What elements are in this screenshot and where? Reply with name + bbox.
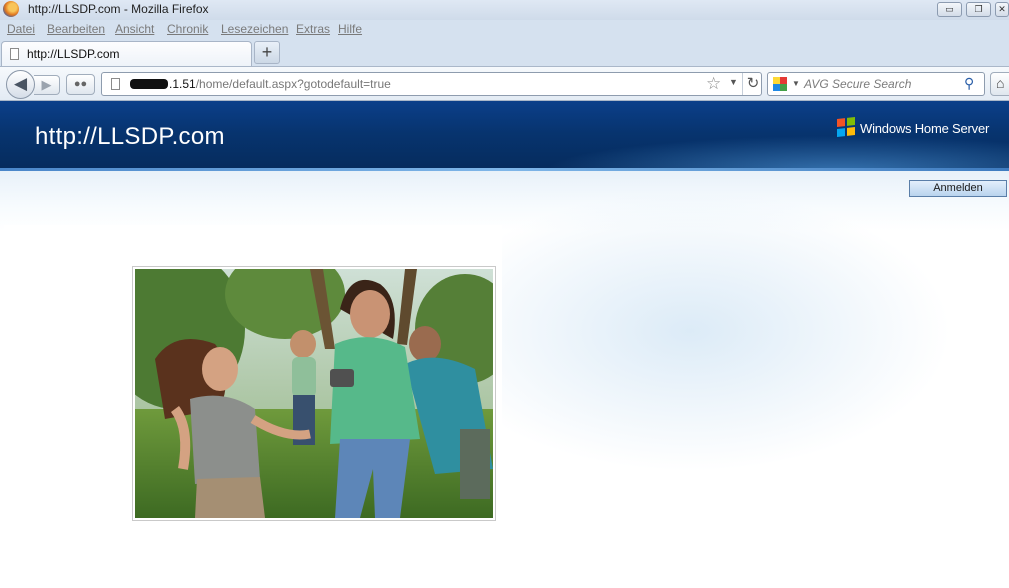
engine-dropdown-icon[interactable]: ▼ [792, 79, 800, 88]
url-bar[interactable]: .1.51/home/default.aspx?gotodefault=true… [101, 72, 762, 96]
navigation-toolbar: ▶ ◀ ●● .1.51/home/default.aspx?gotodefau… [0, 66, 1009, 101]
login-button[interactable]: Anmelden [909, 180, 1007, 197]
url-path: /home/default.aspx?gotodefault=true [195, 77, 391, 91]
windows-flag-icon [837, 117, 855, 137]
menu-bar: Datei Bearbeiten Ansicht Chronik Lesezei… [0, 20, 1009, 39]
menu-bearbeiten[interactable]: Bearbeiten [47, 22, 105, 36]
tab-llsdp[interactable]: http://LLSDP.com [1, 41, 252, 66]
site-header: http://LLSDP.com Windows Home Server [0, 101, 1009, 171]
redacted-host [130, 79, 168, 89]
tab-strip: http://LLSDP.com + [0, 39, 1009, 66]
minimize-button[interactable]: ▭ [937, 2, 962, 17]
menu-hilfe[interactable]: Hilfe [338, 22, 362, 36]
page-icon [10, 48, 19, 60]
window-title-bar: http://LLSDP.com - Mozilla Firefox ▭ ❐ ✕ [0, 0, 1009, 20]
url-dropdown-icon[interactable]: ▼ [729, 77, 738, 87]
menu-datei[interactable]: Datei [7, 22, 35, 36]
home-icon[interactable]: ⌂ [990, 72, 1009, 96]
new-tab-button[interactable]: + [254, 41, 280, 64]
site-title: http://LLSDP.com [35, 123, 225, 150]
search-input[interactable]: AVG Secure Search [804, 77, 911, 91]
restore-button[interactable]: ❐ [966, 2, 991, 17]
tab-label: http://LLSDP.com [27, 47, 120, 61]
menu-ansicht[interactable]: Ansicht [115, 22, 154, 36]
menu-chronik[interactable]: Chronik [167, 22, 208, 36]
menu-extras[interactable]: Extras [296, 22, 330, 36]
menu-lesezeichen[interactable]: Lesezeichen [221, 22, 288, 36]
reload-icon[interactable]: ↻ [742, 73, 763, 95]
avg-engine-icon[interactable] [773, 77, 787, 91]
close-button[interactable]: ✕ [995, 2, 1009, 17]
url-host: .1.51 [169, 77, 196, 91]
bookmark-star-icon[interactable]: ☆ [706, 74, 721, 94]
window-title: http://LLSDP.com - Mozilla Firefox [28, 2, 209, 16]
family-photo [132, 266, 496, 521]
firefox-icon [3, 1, 19, 17]
back-arrow-icon[interactable]: ◀ [6, 70, 35, 99]
url-text: .1.51/home/default.aspx?gotodefault=true [130, 77, 391, 91]
forward-arrow-icon[interactable]: ▶ [34, 75, 60, 95]
magnifier-icon[interactable]: ⚲ [964, 75, 974, 92]
addon-button[interactable]: ●● [66, 74, 95, 95]
site-identity-icon[interactable] [111, 78, 120, 90]
search-bar[interactable]: ▼ AVG Secure Search ⚲ [767, 72, 985, 96]
page-content: Anmelden [0, 171, 1009, 588]
brand-text: Windows Home Server [860, 121, 990, 136]
